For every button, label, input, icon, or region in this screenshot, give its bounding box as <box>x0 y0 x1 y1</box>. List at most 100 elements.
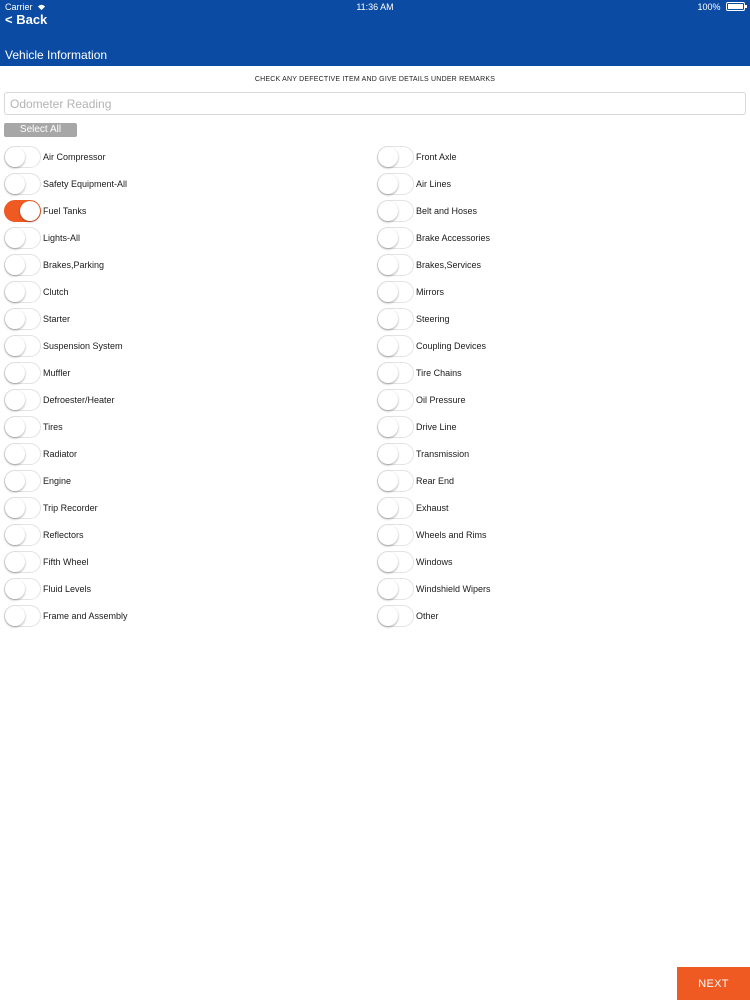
toggle-switch[interactable] <box>377 280 414 303</box>
toggle-switch[interactable] <box>4 361 41 384</box>
toggle-switch[interactable] <box>4 604 41 627</box>
toggle-knob <box>378 605 398 626</box>
battery-icon <box>726 2 747 11</box>
toggle-knob <box>378 254 398 275</box>
toggle-switch[interactable] <box>377 253 414 276</box>
toggle-switch[interactable] <box>377 577 414 600</box>
toggle-knob <box>5 470 25 491</box>
toggle-switch[interactable] <box>4 523 41 546</box>
inspection-item-label: Muffler <box>43 367 71 378</box>
toggle-switch[interactable] <box>377 496 414 519</box>
app-header: Carrier 11:36 AM 100% < Back Vehicle Inf… <box>0 0 750 66</box>
toggle-knob <box>378 308 398 329</box>
instruction-text: CHECK ANY DEFECTIVE ITEM AND GIVE DETAIL… <box>254 76 496 83</box>
toggle-switch[interactable] <box>4 253 41 276</box>
toggle-switch[interactable] <box>4 469 41 492</box>
toggle-knob <box>378 389 398 410</box>
toggle-knob <box>5 173 25 194</box>
inspection-list-left: Air Compressor Safety Equipment-All Fuel T… <box>4 143 364 629</box>
toggle-switch[interactable] <box>377 442 414 465</box>
inspection-item-label: Safety Equipment-All <box>43 178 128 189</box>
toggle-knob <box>378 551 398 572</box>
toggle-switch[interactable] <box>4 307 41 330</box>
inspection-item-label: Frame and Assembly <box>43 610 128 621</box>
toggle-switch[interactable] <box>4 388 41 411</box>
status-battery: 100% <box>697 0 747 14</box>
inspection-item-muffler: Muffler <box>4 359 364 386</box>
inspection-item-label: Rear End <box>416 475 455 486</box>
inspection-item-label: Radiator <box>43 448 78 459</box>
inspection-item-label: Exhaust <box>416 502 449 513</box>
inspection-item-label: Starter <box>43 313 71 324</box>
toggle-knob <box>5 335 25 356</box>
toggle-knob <box>378 281 398 302</box>
toggle-switch[interactable] <box>4 199 41 222</box>
inspection-item-reflectors: Reflectors <box>4 521 364 548</box>
inspection-item-label: Windshield Wipers <box>416 583 491 594</box>
toggle-switch[interactable] <box>377 415 414 438</box>
inspection-item-brakes-parking: Brakes,Parking <box>4 251 364 278</box>
inspection-item-fuel-tanks: Fuel Tanks <box>4 197 364 224</box>
toggle-switch[interactable] <box>4 415 41 438</box>
inspection-item-label: Brake Accessories <box>416 232 491 243</box>
toggle-knob <box>378 146 398 167</box>
back-button[interactable]: < Back <box>5 12 47 28</box>
toggle-switch[interactable] <box>4 577 41 600</box>
odometer-input[interactable] <box>4 92 746 115</box>
inspection-item-radiator: Radiator <box>4 440 364 467</box>
toggle-switch[interactable] <box>377 145 414 168</box>
toggle-knob <box>5 497 25 518</box>
toggle-switch[interactable] <box>4 280 41 303</box>
toggle-knob <box>378 578 398 599</box>
toggle-switch[interactable] <box>377 307 414 330</box>
status-time: 11:36 AM <box>356 2 394 12</box>
toggle-switch[interactable] <box>4 442 41 465</box>
inspection-item-label: Front Axle <box>416 151 457 162</box>
inspection-item-oil-pressure: Oil Pressure <box>377 386 737 413</box>
inspection-item-air-compressor: Air Compressor <box>4 143 364 170</box>
inspection-item-clutch: Clutch <box>4 278 364 305</box>
inspection-item-rear-end: Rear End <box>377 467 737 494</box>
inspection-item-label: Suspension System <box>43 340 123 351</box>
toggle-switch[interactable] <box>377 199 414 222</box>
toggle-switch[interactable] <box>377 469 414 492</box>
inspection-item-coupling-devices: Coupling Devices <box>377 332 737 359</box>
inspection-item-label: Clutch <box>43 286 69 297</box>
toggle-knob <box>5 281 25 302</box>
inspection-item-label: Coupling Devices <box>416 340 487 351</box>
select-all-button[interactable]: Select All <box>4 123 77 137</box>
toggle-knob <box>378 173 398 194</box>
status-bar: Carrier 11:36 AM 100% <box>0 0 750 14</box>
toggle-switch[interactable] <box>377 226 414 249</box>
toggle-switch[interactable] <box>377 388 414 411</box>
toggle-switch[interactable] <box>4 334 41 357</box>
toggle-switch[interactable] <box>377 604 414 627</box>
toggle-knob <box>5 578 25 599</box>
inspection-item-label: Trip Recorder <box>43 502 98 513</box>
toggle-knob <box>378 416 398 437</box>
inspection-item-starter: Starter <box>4 305 364 332</box>
toggle-knob <box>378 335 398 356</box>
next-button[interactable]: NEXT <box>677 967 750 1000</box>
toggle-knob <box>378 524 398 545</box>
toggle-switch[interactable] <box>377 172 414 195</box>
inspection-item-label: Fifth Wheel <box>43 556 89 567</box>
toggle-switch[interactable] <box>4 172 41 195</box>
toggle-switch[interactable] <box>377 334 414 357</box>
toggle-switch[interactable] <box>377 523 414 546</box>
toggle-switch[interactable] <box>4 226 41 249</box>
inspection-item-brake-accessories: Brake Accessories <box>377 224 737 251</box>
inspection-item-belt-and-hoses: Belt and Hoses <box>377 197 737 224</box>
toggle-knob <box>5 308 25 329</box>
toggle-switch[interactable] <box>4 496 41 519</box>
toggle-switch[interactable] <box>4 550 41 573</box>
toggle-switch[interactable] <box>377 550 414 573</box>
toggle-knob <box>5 443 25 464</box>
toggle-switch[interactable] <box>4 145 41 168</box>
toggle-switch[interactable] <box>377 361 414 384</box>
inspection-item-label: Engine <box>43 475 72 486</box>
inspection-item-other: Other <box>377 602 737 629</box>
toggle-knob <box>378 470 398 491</box>
inspection-item-frame-and-assembly: Frame and Assembly <box>4 602 364 629</box>
toggle-knob <box>5 389 25 410</box>
